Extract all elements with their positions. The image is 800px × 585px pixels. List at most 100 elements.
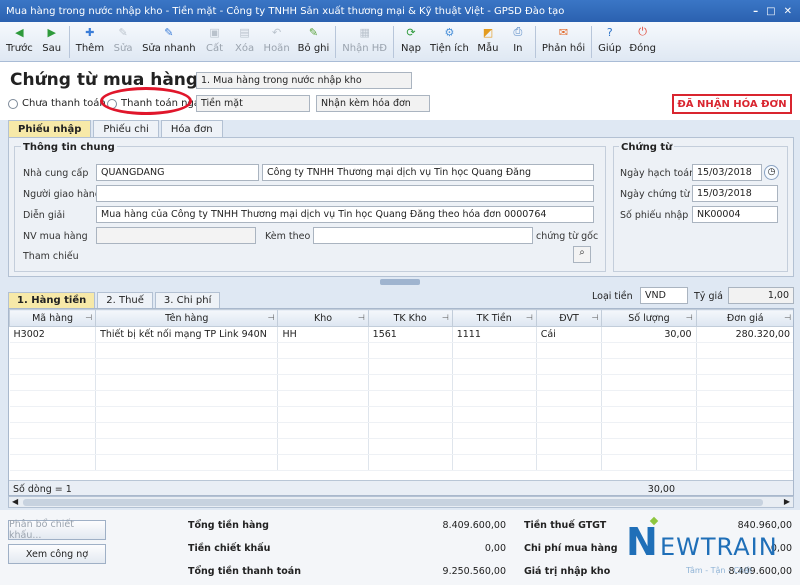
scroll-right-icon[interactable]: ▶: [784, 497, 790, 506]
prev-button[interactable]: ◀ Trước: [2, 22, 37, 62]
edit-icon: ✎: [118, 25, 128, 39]
save-button[interactable]: ▣ Cất: [200, 22, 230, 62]
reference-search-icon[interactable]: ⌕: [573, 246, 591, 263]
tab-invoice[interactable]: Hóa đơn: [160, 120, 223, 138]
delete-button[interactable]: ▤ Xóa: [230, 22, 260, 62]
view-debt-button[interactable]: Xem công nợ: [8, 544, 106, 564]
status-stamp: ĐÃ NHẬN HÓA ĐƠN: [672, 94, 792, 114]
tab-cost[interactable]: 3. Chi phí: [154, 292, 221, 308]
col-item-code[interactable]: Mã hàng ⊣: [9, 309, 97, 327]
pin-icon[interactable]: ⊣: [358, 313, 365, 322]
col-warehouse[interactable]: Kho ⊣: [277, 309, 369, 327]
cell-quantity[interactable]: 30,00: [601, 326, 697, 343]
minimize-icon[interactable]: –: [753, 6, 758, 17]
col-unit-price[interactable]: Đơn giá ⊣: [695, 309, 793, 327]
supplier-name-field[interactable]: Công ty TNHH Thương mại dịch vụ Tin học …: [262, 164, 594, 181]
pin-icon[interactable]: ⊣: [85, 313, 92, 322]
supplier-code-field[interactable]: QUANGDANG: [96, 164, 259, 181]
calendar-icon[interactable]: ◷: [764, 165, 779, 180]
pin-icon[interactable]: ⊣: [784, 313, 791, 322]
summary-row: Số dòng = 1 30,00: [9, 480, 793, 495]
deliverer-field[interactable]: [96, 185, 594, 202]
table-row-empty[interactable]: [9, 342, 793, 359]
radio-unpaid[interactable]: Chưa thanh toán: [8, 98, 106, 109]
currency-field[interactable]: VND: [640, 287, 688, 304]
scroll-left-icon[interactable]: ◀: [12, 497, 18, 506]
pin-icon[interactable]: ⊣: [526, 313, 533, 322]
col-cash-account[interactable]: TK Tiền ⊣: [451, 309, 537, 327]
close-button[interactable]: ⏻ Đóng: [625, 22, 660, 62]
col-item-name[interactable]: Tên hàng ⊣: [95, 309, 279, 327]
radio-unpaid-dot[interactable]: [8, 98, 18, 109]
table-row-empty[interactable]: [9, 454, 793, 471]
pin-icon[interactable]: ⊣: [686, 313, 693, 322]
table-row[interactable]: H3002 Thiết bị kết nối mạng TP Link 940N…: [9, 326, 793, 343]
tab-goods-money[interactable]: 1. Hàng tiền: [8, 292, 96, 308]
voucher-group-title: Chứng từ: [619, 142, 675, 153]
cell-unit[interactable]: Cái: [536, 326, 603, 343]
purchase-cost-label: Chi phí mua hàng: [524, 543, 618, 554]
cell-warehouse[interactable]: HH: [277, 326, 369, 343]
save-icon: ▣: [209, 25, 220, 39]
payment-method-select[interactable]: Tiền mặt: [196, 95, 310, 112]
template-button[interactable]: ◩ Mẫu: [473, 22, 503, 62]
maximize-icon[interactable]: □: [766, 6, 775, 17]
table-row-empty[interactable]: [9, 358, 793, 375]
pin-icon[interactable]: ⊣: [268, 313, 275, 322]
receipt-number-field[interactable]: NK00004: [692, 206, 778, 223]
pin-icon[interactable]: ⊣: [442, 313, 449, 322]
table-row-empty[interactable]: [9, 438, 793, 455]
table-row-empty[interactable]: [9, 406, 793, 423]
next-button[interactable]: ▶ Sau: [37, 22, 67, 62]
utilities-icon: ⚙: [444, 25, 455, 39]
tab-payment[interactable]: Phiếu chi: [93, 120, 159, 138]
feedback-mail-icon: ✉: [558, 25, 569, 39]
postpone-button[interactable]: ↶ Hoãn: [260, 22, 294, 62]
close-door-icon: ⏻: [638, 25, 647, 38]
post-date-field[interactable]: 15/03/2018: [692, 164, 762, 181]
allocate-discount-button[interactable]: Phân bổ chiết khấu...: [8, 519, 106, 541]
pin-icon[interactable]: ⊣: [591, 313, 598, 322]
col-unit[interactable]: ĐVT ⊣: [535, 309, 603, 327]
quick-edit-icon: ✎: [164, 25, 174, 39]
detail-tabs: 1. Hàng tiền 2. Thuế 3. Chi phí: [8, 292, 222, 308]
cell-unit-price[interactable]: 280.320,00: [696, 326, 793, 343]
post-date-label: Ngày hạch toán: [620, 168, 696, 179]
table-row-empty[interactable]: [9, 390, 793, 407]
add-document-icon: ✚: [85, 25, 95, 39]
tab-tax[interactable]: 2. Thuế: [97, 292, 153, 308]
doc-date-field[interactable]: 15/03/2018: [692, 185, 778, 202]
feedback-button[interactable]: ✉ Phản hồi: [538, 22, 589, 62]
utilities-button[interactable]: ⚙ Tiện ích: [426, 22, 473, 62]
cell-item-name[interactable]: Thiết bị kết nối mạng TP Link 940N: [95, 326, 279, 343]
attachment-field[interactable]: [313, 227, 533, 244]
add-button[interactable]: ✚ Thêm: [72, 22, 108, 62]
buyer-field[interactable]: [96, 227, 256, 244]
exchange-rate-field[interactable]: 1,00: [728, 287, 794, 304]
quick-edit-button[interactable]: ✎ Sửa nhanh: [138, 22, 199, 62]
print-button[interactable]: ⎙ In: [503, 22, 533, 62]
unpost-button[interactable]: ✎ Bỏ ghi: [294, 22, 334, 62]
panel-splitter[interactable]: [380, 279, 420, 285]
description-field[interactable]: Mua hàng của Công ty TNHH Thương mại dịc…: [96, 206, 594, 223]
invoice-option-select[interactable]: Nhận kèm hóa đơn: [316, 95, 430, 112]
table-row-empty[interactable]: [9, 374, 793, 391]
total-goods-value: 8.409.600,00: [442, 520, 506, 531]
unpost-icon: ✎: [308, 25, 319, 39]
cell-item-code[interactable]: H3002: [9, 326, 97, 343]
close-icon[interactable]: ✕: [784, 6, 792, 17]
scroll-thumb[interactable]: [23, 499, 763, 506]
tab-receipt[interactable]: Phiếu nhập: [8, 120, 92, 138]
cell-stock-account[interactable]: 1561: [368, 326, 453, 343]
cell-cash-account[interactable]: 1111: [452, 326, 537, 343]
table-row-empty[interactable]: [9, 422, 793, 439]
discount-label: Tiền chiết khấu: [188, 543, 271, 554]
col-stock-account[interactable]: TK Kho ⊣: [367, 309, 453, 327]
receive-invoice-button[interactable]: ▦ Nhận HĐ: [338, 22, 391, 62]
horizontal-scrollbar[interactable]: ◀ ▶: [8, 496, 794, 508]
help-button[interactable]: ? Giúp: [594, 22, 625, 62]
voucher-type-select[interactable]: 1. Mua hàng trong nước nhập kho: [196, 72, 412, 89]
reload-button[interactable]: ⟳ Nạp: [396, 22, 426, 62]
edit-button[interactable]: ✎ Sửa: [108, 22, 138, 62]
col-quantity[interactable]: Số lượng ⊣: [601, 309, 697, 327]
